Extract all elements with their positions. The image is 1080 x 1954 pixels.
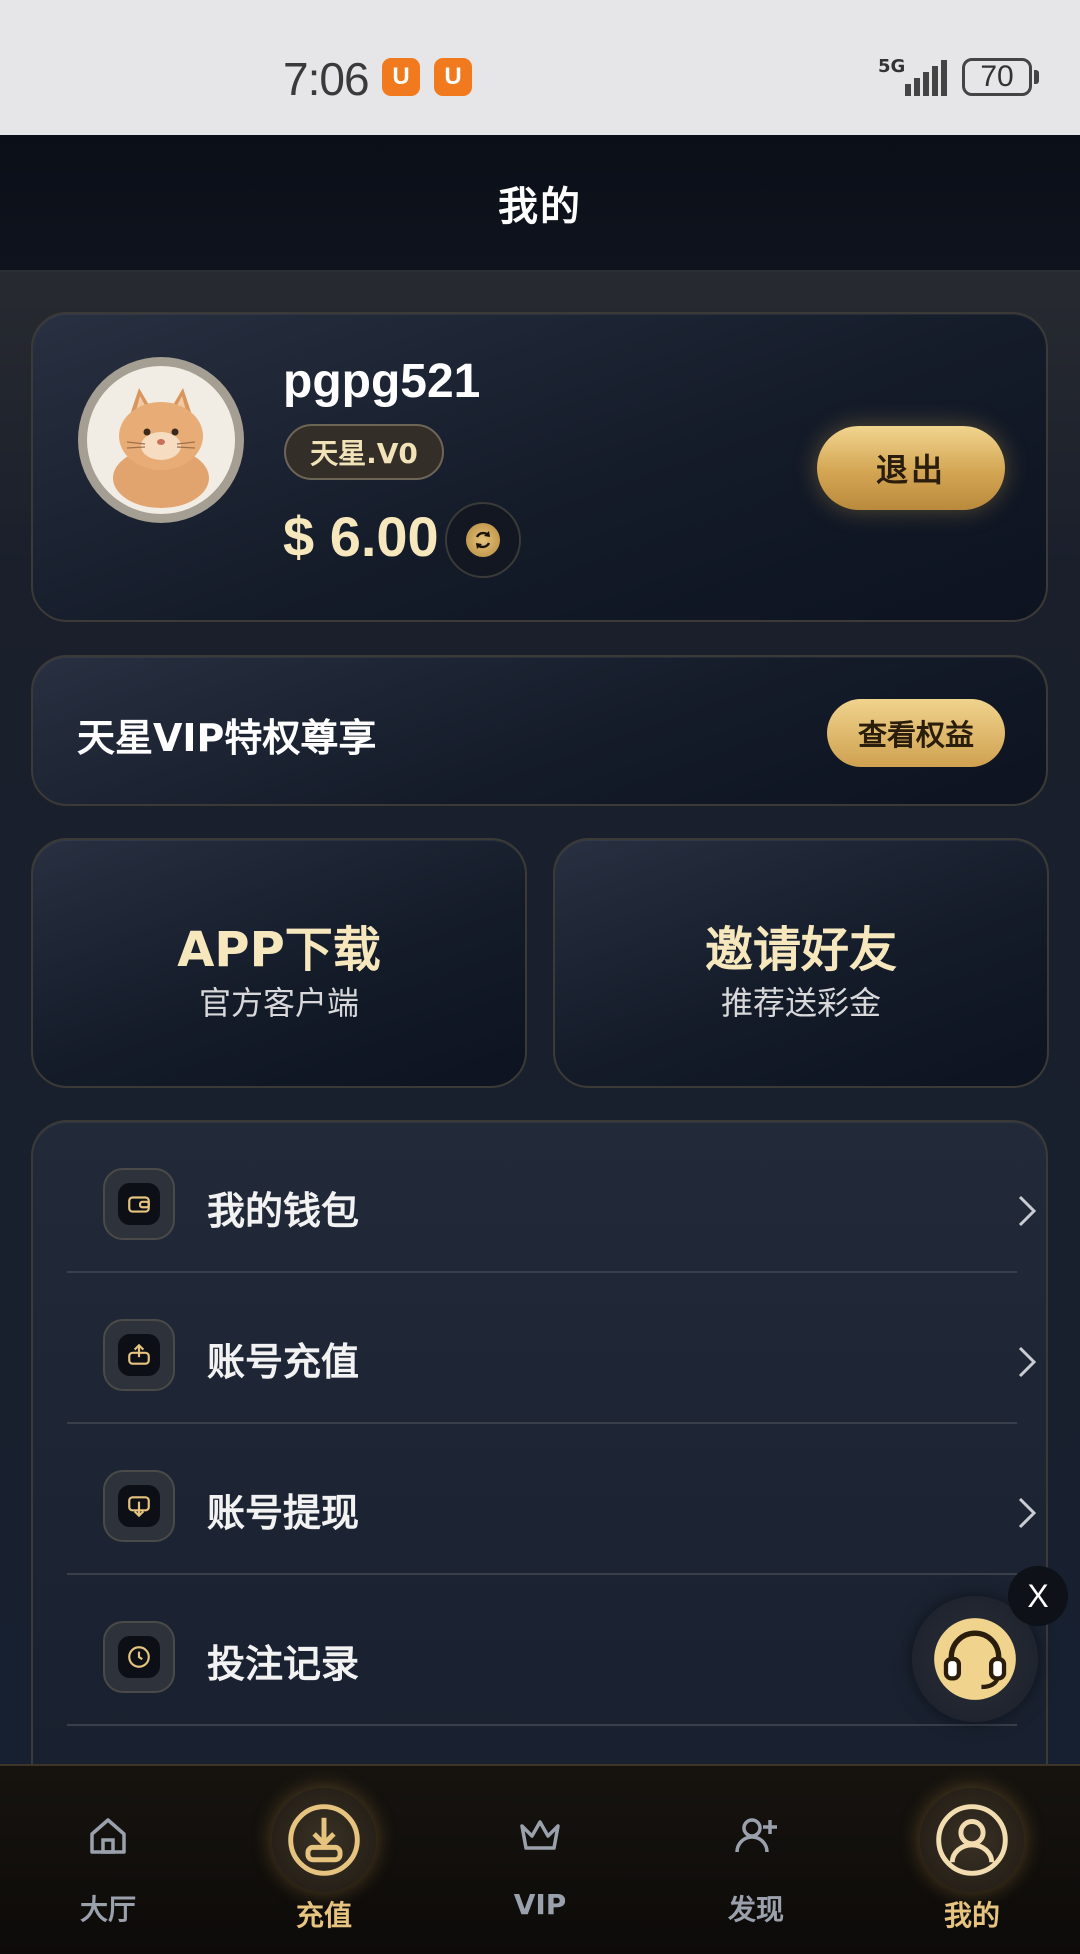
balance-amount: $ 6.00 <box>283 505 439 568</box>
vip-banner[interactable]: 天星VIP特权尊享 查看权益 <box>31 655 1048 806</box>
menu-item-recharge[interactable]: 账号充值 <box>67 1273 1037 1424</box>
menu-item-wallet[interactable]: 我的钱包 <box>67 1122 1037 1273</box>
tab-discover[interactable]: 发现 <box>648 1766 864 1954</box>
tab-mine[interactable]: 我的 <box>864 1766 1080 1954</box>
status-time: 7:06 <box>283 53 370 105</box>
tile-subtitle: 推荐送彩金 <box>720 984 881 1022</box>
battery-level: 70 <box>980 60 1014 93</box>
status-bar: 7:06 U U 5G 70 <box>0 0 1080 135</box>
menu-item-label: 投注记录 <box>207 1642 360 1686</box>
tile-title: 邀请好友 <box>704 922 897 978</box>
menu-item-bet-history[interactable]: 投注记录 <box>67 1575 1017 1726</box>
menu-item-label: 我的钱包 <box>207 1189 360 1233</box>
home-icon <box>90 1818 126 1854</box>
tab-label: VIP <box>513 1888 567 1921</box>
tab-vip[interactable]: VIP <box>432 1766 648 1954</box>
logout-button[interactable]: 退出 <box>817 426 1005 510</box>
tab-label: 大厅 <box>79 1893 136 1926</box>
refresh-balance-button[interactable] <box>445 502 521 578</box>
battery-icon: 70 <box>962 58 1032 96</box>
menu-item-label: 账号充值 <box>207 1340 360 1384</box>
app-notification-icon: U <box>382 58 420 96</box>
level-badge: 天星.V0 <box>284 424 444 480</box>
signal-icon <box>905 60 947 96</box>
download-icon <box>128 1496 150 1518</box>
menu-icon-container <box>103 1470 175 1542</box>
username: pgpg521 <box>283 355 481 408</box>
clock-icon <box>128 1646 150 1668</box>
menu-icon-container <box>103 1168 175 1240</box>
close-support-button[interactable]: X <box>1008 1566 1068 1626</box>
tab-recharge[interactable]: 充值 <box>216 1766 432 1954</box>
chevron-right-icon <box>1018 1497 1037 1529</box>
battery-tip <box>1034 70 1039 84</box>
menu-icon-container <box>103 1621 175 1693</box>
wallet-icon <box>128 1196 150 1213</box>
app-notification-icon: U <box>434 58 472 96</box>
invite-friends-tile[interactable]: 邀请好友 推荐送彩金 <box>553 838 1049 1088</box>
tab-label: 充值 <box>295 1899 352 1932</box>
menu-icon-container <box>103 1319 175 1391</box>
tab-label: 我的 <box>943 1899 1000 1932</box>
tab-lobby[interactable]: 大厅 <box>0 1766 216 1954</box>
network-type: 5G <box>878 56 906 77</box>
add-user-icon <box>735 1818 777 1853</box>
user-icon <box>936 1804 1008 1876</box>
profile-card: pgpg521 天星.V0 $ 6.00 退出 <box>31 312 1048 622</box>
vip-banner-text: 天星VIP特权尊享 <box>77 716 377 760</box>
tab-icon-container <box>272 1788 376 1892</box>
menu-item-label: 账号提现 <box>207 1491 360 1535</box>
menu-list: 我的钱包 账号充值 账号提现 投注记录 <box>31 1120 1048 1820</box>
tab-icon-container <box>920 1788 1024 1892</box>
upload-icon <box>128 1343 150 1365</box>
page-title: 我的 <box>498 183 582 230</box>
view-benefits-button[interactable]: 查看权益 <box>827 699 1005 767</box>
app-download-tile[interactable]: APP下载 官方客户端 <box>31 838 527 1088</box>
app-header: 我的 <box>0 135 1080 272</box>
headset-icon <box>934 1618 1016 1700</box>
tab-label: 发现 <box>727 1893 784 1926</box>
crown-icon <box>520 1820 560 1850</box>
download-icon <box>288 1804 360 1876</box>
chevron-right-icon <box>1018 1346 1037 1378</box>
refresh-icon <box>475 531 491 549</box>
menu-item-withdraw[interactable]: 账号提现 <box>67 1424 1037 1575</box>
avatar[interactable] <box>78 357 244 523</box>
tile-subtitle: 官方客户端 <box>198 984 359 1022</box>
tile-title: APP下载 <box>177 922 381 978</box>
cat-avatar-icon <box>113 388 209 508</box>
bottom-tab-bar: 大厅 充值 VIP 发现 我的 <box>0 1764 1080 1954</box>
chevron-right-icon <box>1018 1195 1037 1227</box>
